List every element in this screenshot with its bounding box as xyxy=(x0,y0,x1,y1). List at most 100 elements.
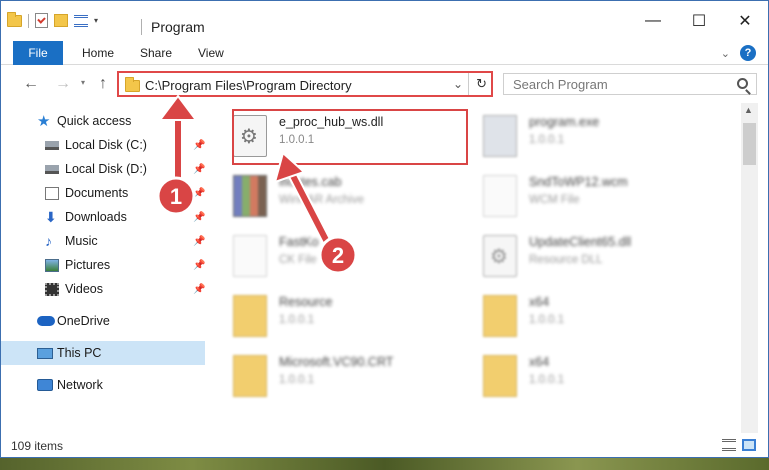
sidebar-item-local-disk-d[interactable]: Local Disk (D:) 📌 xyxy=(1,157,205,181)
documents-icon xyxy=(45,186,59,200)
tab-share[interactable]: Share xyxy=(140,41,172,65)
tab-file[interactable]: File xyxy=(13,41,63,65)
pictures-icon xyxy=(45,258,59,272)
pin-icon: 📌 xyxy=(193,211,206,223)
scroll-up-icon[interactable]: ▲ xyxy=(744,105,753,115)
pin-icon: 📌 xyxy=(193,187,206,199)
file-item-update-dll[interactable]: UpdateClient65.dll Resource DLL xyxy=(459,229,699,285)
folder-item-x64[interactable]: x64 1.0.0.1 xyxy=(459,289,699,345)
generic-file-icon xyxy=(483,175,517,217)
desktop-background xyxy=(0,458,769,470)
file-name: Microsoft.VC90.CRT xyxy=(279,355,394,369)
file-version: 1.0.0.1 xyxy=(529,374,565,386)
scroll-thumb[interactable] xyxy=(743,123,756,165)
pin-icon: 📌 xyxy=(193,283,206,295)
search-input[interactable]: Search Program xyxy=(503,73,757,95)
tab-home[interactable]: Home xyxy=(82,41,114,65)
up-arrow-icon[interactable]: ↑ xyxy=(99,75,107,93)
chevron-down-icon[interactable]: ⌄ xyxy=(453,77,463,91)
maximize-button[interactable]: ☐ xyxy=(676,7,722,35)
file-list: e_proc_hub_ws.dll 1.0.0.1 program.exe 1.… xyxy=(209,103,739,433)
help-icon[interactable]: ? xyxy=(740,45,756,61)
folder-icon xyxy=(233,355,267,397)
sidebar-item-documents[interactable]: Documents 📌 xyxy=(1,181,205,205)
forward-arrow-icon[interactable]: → xyxy=(55,75,71,93)
file-name: x64 xyxy=(529,295,550,309)
close-button[interactable]: ✕ xyxy=(722,7,768,35)
explorer-window: ▾ Program — ☐ ✕ File Home Share View ⌄ ?… xyxy=(0,0,769,458)
window-controls: — ☐ ✕ xyxy=(630,7,768,35)
folder-icon xyxy=(7,11,22,27)
details-view-icon[interactable] xyxy=(722,439,736,451)
exe-icon xyxy=(483,115,517,157)
sidebar-item-downloads[interactable]: ⬇ Downloads 📌 xyxy=(1,205,205,229)
sidebar-item-label: Local Disk (C:) xyxy=(65,138,147,152)
refresh-icon[interactable]: ↻ xyxy=(476,76,487,92)
folder-icon xyxy=(125,77,140,92)
address-path[interactable]: C:\Program Files\Program Directory xyxy=(145,78,352,93)
sidebar-item-pictures[interactable]: Pictures 📌 xyxy=(1,253,205,277)
file-item-wcm[interactable]: SndToWP12.wcm WCM File xyxy=(459,169,699,225)
pin-icon: 📌 xyxy=(193,139,206,151)
address-bar[interactable]: C:\Program Files\Program Directory ⌄ ↻ xyxy=(117,71,493,97)
vertical-scrollbar[interactable]: ▲ xyxy=(741,103,758,433)
sidebar-item-music[interactable]: ♪ Music 📌 xyxy=(1,229,205,253)
pin-icon: 📌 xyxy=(193,163,206,175)
onedrive-icon xyxy=(37,316,55,326)
title-bar: ▾ Program — ☐ ✕ xyxy=(1,1,768,41)
file-item-ck[interactable]: FastKo CK File xyxy=(209,229,449,285)
folder-icon xyxy=(483,355,517,397)
file-name: Resource xyxy=(279,295,333,309)
sidebar-item-label: Pictures xyxy=(65,258,111,272)
dll-icon xyxy=(483,235,517,277)
folder-item-x64-2[interactable]: x64 1.0.0.1 xyxy=(459,349,699,405)
view-switcher xyxy=(722,439,756,451)
file-name: x64 xyxy=(529,355,550,369)
file-item-exe[interactable]: program.exe 1.0.0.1 xyxy=(459,109,699,165)
window-title: Program xyxy=(151,19,205,35)
sidebar-item-label: Videos xyxy=(65,282,103,296)
sidebar-item-network[interactable]: Network xyxy=(1,373,205,397)
file-item-cab[interactable]: ificates.cab WinRAR Archive xyxy=(209,169,449,225)
sidebar-item-label: Quick access xyxy=(57,114,132,128)
customize-toolbar-icon[interactable] xyxy=(74,14,88,27)
new-folder-icon[interactable] xyxy=(54,14,68,27)
folder-item-resource[interactable]: Resource 1.0.0.1 xyxy=(209,289,449,345)
ribbon: File Home Share View ⌄ ? xyxy=(1,41,768,65)
back-arrow-icon[interactable]: ← xyxy=(23,75,39,93)
chevron-down-icon[interactable]: ▾ xyxy=(94,16,98,25)
pin-icon: 📌 xyxy=(193,235,206,247)
file-name: FastKo xyxy=(279,235,319,249)
music-icon: ♪ xyxy=(45,232,52,249)
star-icon: ★ xyxy=(37,112,51,130)
sidebar-item-label: Music xyxy=(65,234,98,248)
minimize-button[interactable]: — xyxy=(630,7,676,35)
file-version: 1.0.0.1 xyxy=(529,314,565,326)
toolbar-divider xyxy=(28,13,29,28)
sidebar-item-onedrive[interactable]: OneDrive xyxy=(1,309,205,333)
file-type: WinRAR Archive xyxy=(279,194,364,206)
sidebar-item-quick-access[interactable]: ★ Quick access xyxy=(1,109,205,133)
expand-ribbon-icon[interactable]: ⌄ xyxy=(721,47,730,60)
highlight-box xyxy=(232,109,468,165)
properties-icon[interactable] xyxy=(35,13,48,28)
generic-file-icon xyxy=(233,235,267,277)
title-divider xyxy=(141,19,142,35)
ribbon-right: ⌄ ? xyxy=(721,45,756,61)
cab-icon xyxy=(233,175,267,217)
sidebar-item-local-disk-c[interactable]: Local Disk (C:) 📌 xyxy=(1,133,205,157)
sidebar-item-videos[interactable]: Videos 📌 xyxy=(1,277,205,301)
disk-icon xyxy=(45,165,59,174)
sidebar-item-label: Network xyxy=(57,378,103,392)
folder-item-vc90[interactable]: Microsoft.VC90.CRT 1.0.0.1 xyxy=(209,349,449,405)
file-version: 1.0.0.1 xyxy=(279,314,315,326)
sidebar-item-this-pc[interactable]: This PC xyxy=(1,341,205,365)
recent-locations-icon[interactable]: ▾ xyxy=(81,78,85,87)
tab-view[interactable]: View xyxy=(198,41,224,65)
folder-icon xyxy=(233,295,267,337)
file-type: CK File xyxy=(279,254,317,266)
downloads-icon: ⬇ xyxy=(45,208,57,225)
large-icons-view-icon[interactable] xyxy=(742,439,756,451)
search-icon[interactable] xyxy=(737,78,748,89)
file-version: 1.0.0.1 xyxy=(279,374,315,386)
